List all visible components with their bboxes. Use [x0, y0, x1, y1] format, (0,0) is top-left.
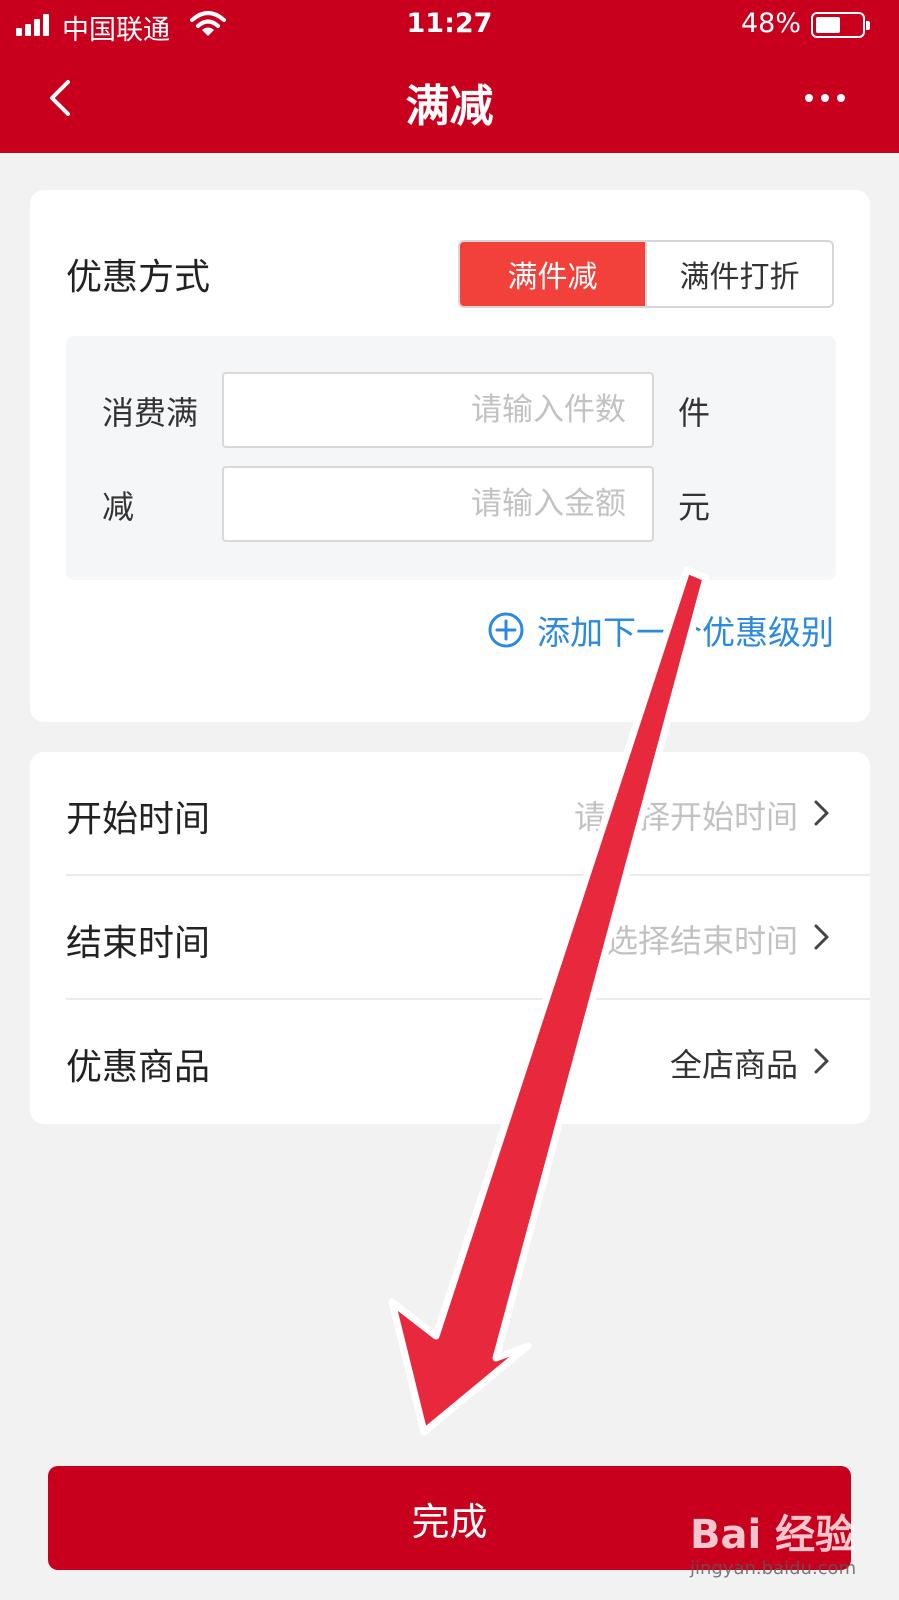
start-time-value: 请选择开始时间 — [573, 798, 798, 836]
start-time-label: 开始时间 — [66, 799, 211, 840]
spend-label: 消费满 — [102, 394, 199, 432]
discount-method-segment: 满件减 满件打折 — [458, 240, 834, 308]
discount-goods-value: 全店商品 — [669, 1046, 798, 1084]
battery-icon — [811, 12, 870, 38]
top-bar: 中国联通 11:27 48% 满减 — [0, 0, 899, 153]
discount-card: 优惠方式 满件减 满件打折 消费满 件 减 元 添加下一个优惠级别 — [30, 190, 870, 722]
amount-unit: 元 — [678, 488, 711, 526]
segment-discount-by-quantity[interactable]: 满件打折 — [645, 242, 832, 306]
segment-reduce-by-quantity[interactable]: 满件减 — [460, 242, 645, 306]
reduce-label: 减 — [102, 488, 135, 526]
chevron-right-icon — [814, 800, 829, 826]
watermark-logo: Bai 经验 — [690, 1512, 856, 1558]
chevron-right-icon — [814, 1048, 829, 1074]
quantity-input[interactable] — [222, 372, 654, 448]
discount-goods-label: 优惠商品 — [66, 1047, 211, 1088]
quantity-unit: 件 — [678, 394, 711, 432]
battery-percent: 48% — [740, 8, 801, 39]
settings-card: 开始时间 请选择开始时间 结束时间 请选择结束时间 优惠商品 全店商品 — [30, 752, 870, 1124]
plus-circle-icon — [488, 612, 524, 648]
watermark-url: jingyan.baidu.com — [690, 1558, 857, 1579]
amount-input[interactable] — [222, 466, 654, 542]
start-time-row[interactable]: 开始时间 请选择开始时间 — [66, 752, 870, 876]
more-icon[interactable] — [805, 88, 849, 108]
page-title: 满减 — [405, 81, 494, 132]
status-bar: 中国联通 11:27 48% — [0, 0, 899, 50]
add-level-label: 添加下一个优惠级别 — [537, 613, 834, 652]
end-time-label: 结束时间 — [66, 923, 211, 964]
discount-method-label: 优惠方式 — [66, 257, 211, 298]
discount-tier: 消费满 件 减 元 — [66, 336, 836, 580]
end-time-row[interactable]: 结束时间 请选择结束时间 — [66, 876, 870, 1000]
discount-goods-row[interactable]: 优惠商品 全店商品 — [66, 1000, 870, 1124]
end-time-value: 请选择结束时间 — [573, 922, 798, 960]
add-level-link[interactable]: 添加下一个优惠级别 — [487, 606, 834, 654]
chevron-right-icon — [814, 924, 829, 950]
